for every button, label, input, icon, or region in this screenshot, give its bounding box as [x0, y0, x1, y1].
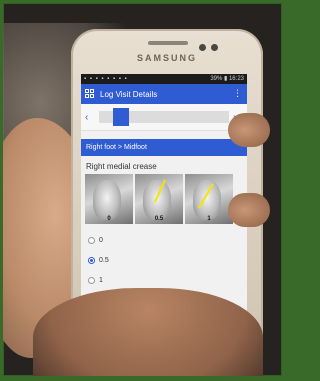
reference-image-label: 0: [107, 216, 111, 222]
app-title: Log Visit Details: [100, 89, 158, 99]
previous-chevron-icon[interactable]: ‹: [85, 112, 95, 123]
photo-frame: SAMSUNG ▪ ▪ ▪ ▪ ▪ ▪ ▪ ▪ 39% ▮ 16:23 Log …: [3, 3, 282, 376]
option-label: 0.5: [99, 256, 109, 264]
status-icons: ▪ ▪ ▪ ▪ ▪ ▪ ▪ ▪: [84, 76, 128, 82]
radio-button[interactable]: [88, 236, 95, 244]
reference-image-1[interactable]: 1: [185, 174, 233, 224]
app-bar: Log Visit Details ⋮: [81, 84, 247, 104]
option-label: 0: [99, 236, 103, 244]
reference-image-0[interactable]: 0: [85, 174, 133, 224]
phone-brand: SAMSUNG: [136, 53, 197, 63]
location-pager: ‹ ›: [81, 104, 247, 131]
sensor-icon: [211, 44, 218, 51]
reference-image-0-5[interactable]: 0.5: [135, 174, 183, 224]
status-right: 39% ▮ 16:23: [210, 76, 244, 82]
front-camera-icon: [199, 44, 206, 51]
index-finger: [228, 193, 270, 227]
radio-button[interactable]: [88, 276, 95, 284]
section-title: Right medial crease: [86, 162, 157, 171]
pager-track[interactable]: [99, 108, 229, 126]
score-options: 0 0.5 1: [81, 224, 247, 296]
thumb-finger: [228, 113, 270, 147]
reference-image-label: 1: [207, 216, 211, 222]
earpiece-speaker: [148, 41, 188, 45]
option-0[interactable]: 0: [88, 230, 240, 250]
status-bar: ▪ ▪ ▪ ▪ ▪ ▪ ▪ ▪ 39% ▮ 16:23: [81, 74, 247, 84]
option-0-5[interactable]: 0.5: [88, 250, 240, 270]
option-1[interactable]: 1: [88, 270, 240, 290]
option-label: 1: [99, 276, 103, 284]
breadcrumb: Right foot > Midfoot: [81, 139, 247, 156]
reference-images: 0 0.5 1: [81, 174, 247, 224]
palm: [33, 288, 263, 376]
foot-illustration: [93, 180, 121, 220]
radio-button-selected[interactable]: [88, 256, 95, 264]
app-logo-icon[interactable]: [85, 89, 95, 99]
pager-thumb[interactable]: [113, 108, 129, 126]
overflow-menu-icon[interactable]: ⋮: [233, 89, 242, 98]
reference-image-label: 0.5: [154, 216, 164, 222]
